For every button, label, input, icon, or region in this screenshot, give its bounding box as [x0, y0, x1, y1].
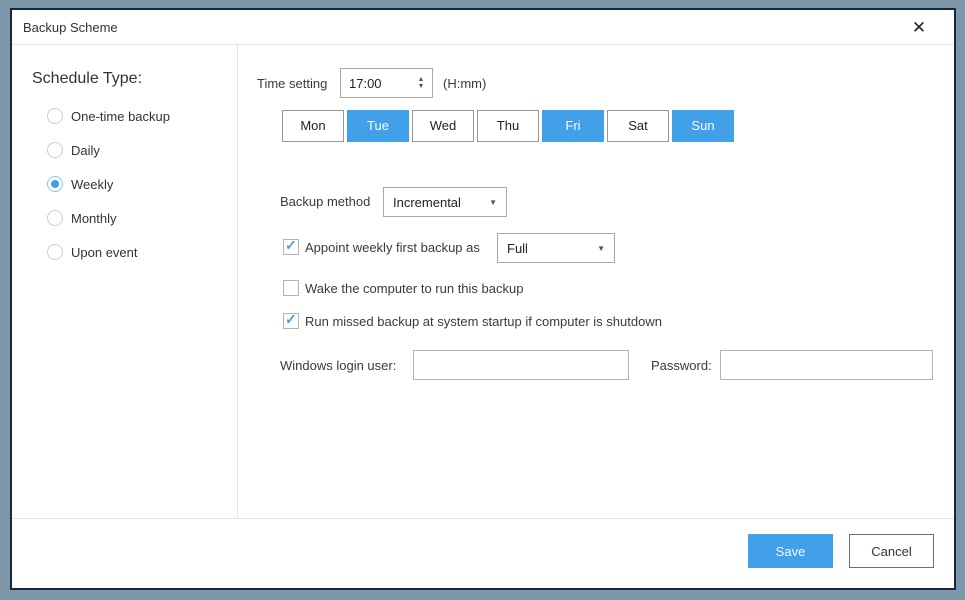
- wake-computer-checkbox[interactable]: ✓: [283, 280, 299, 296]
- appoint-first-backup-label: Appoint weekly first backup as: [305, 240, 480, 255]
- radio-icon[interactable]: [47, 244, 63, 260]
- footer-divider: [12, 518, 954, 519]
- close-icon: ✕: [911, 18, 927, 37]
- time-setting-label: Time setting: [257, 76, 328, 91]
- close-button[interactable]: ✕: [908, 17, 930, 39]
- radio-label: Monthly: [71, 210, 117, 226]
- save-button[interactable]: Save: [748, 534, 833, 568]
- checkmark-icon: ✓: [285, 311, 297, 327]
- schedule-option-daily[interactable]: Daily: [47, 141, 100, 159]
- radio-icon[interactable]: [47, 108, 63, 124]
- windows-login-user-input[interactable]: [413, 350, 629, 380]
- backup-method-label: Backup method: [280, 194, 371, 209]
- schedule-option-weekly[interactable]: Weekly: [47, 175, 113, 193]
- backup-scheme-dialog: Backup Scheme ✕ Schedule Type: One-time …: [10, 8, 956, 590]
- wake-computer-label: Wake the computer to run this backup: [305, 281, 524, 296]
- first-backup-type-value: Full: [507, 240, 528, 256]
- day-button-mon[interactable]: Mon: [282, 110, 344, 142]
- spinner-down-icon[interactable]: ▼: [418, 83, 425, 90]
- sidebar-divider: [237, 45, 238, 518]
- day-button-wed[interactable]: Wed: [412, 110, 474, 142]
- schedule-option-monthly[interactable]: Monthly: [47, 209, 117, 227]
- dropdown-arrow-icon: ▼: [489, 197, 497, 207]
- day-button-fri[interactable]: Fri: [542, 110, 604, 142]
- window-title: Backup Scheme: [23, 20, 118, 35]
- run-missed-backup-checkbox[interactable]: ✓: [283, 311, 299, 329]
- radio-label: Weekly: [71, 176, 114, 192]
- schedule-option-upon-event[interactable]: Upon event: [47, 243, 138, 261]
- radio-label: Upon event: [71, 244, 138, 260]
- radio-icon[interactable]: [47, 142, 63, 158]
- radio-selected-icon[interactable]: [47, 176, 63, 192]
- day-button-sat[interactable]: Sat: [607, 110, 669, 142]
- schedule-type-heading: Schedule Type:: [32, 70, 143, 87]
- day-button-tue[interactable]: Tue: [347, 110, 409, 142]
- radio-label: One-time backup: [71, 108, 170, 124]
- password-label: Password:: [651, 358, 712, 373]
- cancel-button[interactable]: Cancel: [849, 534, 934, 568]
- time-spinner[interactable]: ▲ ▼: [413, 69, 429, 97]
- schedule-option-one-time[interactable]: One-time backup: [47, 107, 170, 125]
- radio-icon[interactable]: [47, 210, 63, 226]
- checkmark-icon: ✓: [285, 237, 297, 253]
- title-bar: Backup Scheme ✕: [12, 10, 954, 45]
- dropdown-arrow-icon: ▼: [597, 243, 605, 253]
- first-backup-type-dropdown[interactable]: Full ▼: [497, 233, 615, 263]
- time-format-hint: (H:mm): [443, 76, 487, 91]
- time-input[interactable]: [341, 69, 413, 97]
- backup-method-value: Incremental: [393, 194, 461, 210]
- time-setting-field: ▲ ▼: [340, 68, 433, 98]
- day-button-sun[interactable]: Sun: [672, 110, 734, 142]
- radio-label: Daily: [71, 142, 100, 158]
- run-missed-backup-label: Run missed backup at system startup if c…: [305, 314, 662, 329]
- backup-method-dropdown[interactable]: Incremental ▼: [383, 187, 507, 217]
- password-input[interactable]: [720, 350, 933, 380]
- day-button-thu[interactable]: Thu: [477, 110, 539, 142]
- windows-login-user-label: Windows login user:: [280, 358, 397, 373]
- spinner-up-icon[interactable]: ▲: [418, 76, 425, 83]
- appoint-first-backup-checkbox[interactable]: ✓: [283, 237, 299, 255]
